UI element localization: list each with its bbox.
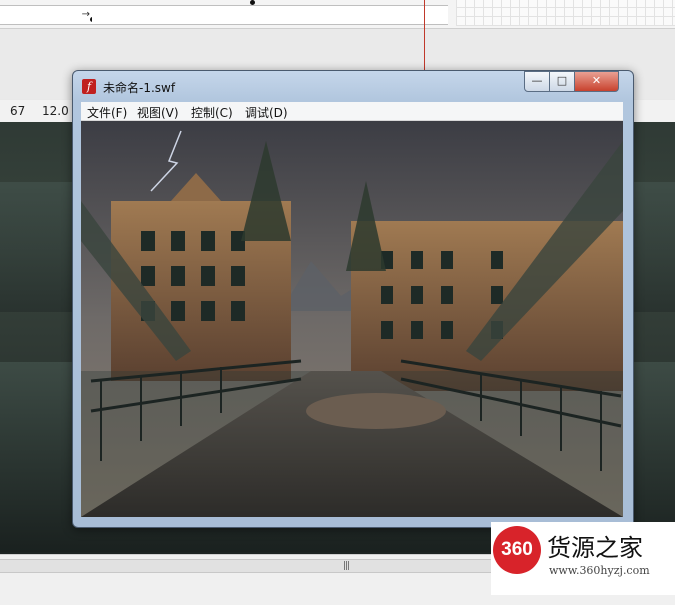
timeline-track-2[interactable]: [92, 5, 448, 25]
minimize-button[interactable]: —: [524, 71, 550, 92]
watermark-name: 货源之家: [547, 534, 643, 562]
flash-player-window[interactable]: f 未命名-1.swf — □ ✕ 文件(F) 视图(V) 控制(C) 调试(D…: [72, 70, 634, 528]
menu-bar: 文件(F) 视图(V) 控制(C) 调试(D): [81, 102, 623, 121]
prop-value-1: 67: [10, 104, 26, 118]
scroll-grip-icon[interactable]: |||: [343, 561, 350, 571]
timeline-frame-grid[interactable]: [456, 0, 675, 26]
menu-file[interactable]: 文件(F): [87, 104, 127, 121]
timeline-track[interactable]: →: [0, 5, 92, 25]
arrow-right-icon: →: [81, 9, 90, 20]
watermark-url: www.360hyzj.com: [549, 564, 650, 577]
maximize-button[interactable]: □: [549, 71, 575, 92]
timeline-panel: →: [0, 0, 675, 28]
prop-value-2: 12.0: [42, 104, 69, 118]
menu-debug[interactable]: 调试(D): [245, 104, 288, 121]
bridge-scene-image: [81, 121, 623, 517]
360-logo: 360: [493, 526, 541, 574]
menu-view[interactable]: 视图(V): [137, 104, 179, 121]
keyframe-dot[interactable]: [250, 0, 255, 5]
window-title: 未命名-1.swf: [103, 81, 176, 95]
close-button[interactable]: ✕: [574, 71, 619, 92]
swf-content-image: [81, 121, 623, 517]
flash-app-icon: f: [82, 79, 96, 94]
window-controls: — □ ✕: [524, 71, 624, 92]
menu-control[interactable]: 控制(C): [191, 104, 233, 121]
watermark: 360 货源之家 www.360hyzj.com: [491, 522, 675, 595]
